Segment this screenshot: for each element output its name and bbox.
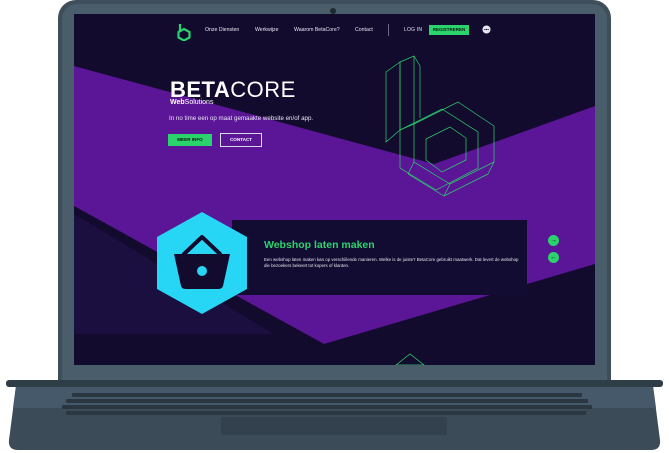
nav-item-diensten[interactable]: Onze Diensten (205, 27, 239, 33)
betacore-logo-icon[interactable] (176, 23, 192, 41)
nav-item-werkwijze[interactable]: Werkwijze (255, 27, 279, 33)
register-button[interactable]: REGISTREREN (429, 25, 469, 35)
laptop-screen: Onze Diensten Werkwijze Waarom BetaCore?… (74, 14, 595, 365)
service-title: Webshop laten maken (264, 239, 375, 251)
top-navigation: Onze Diensten Werkwijze Waarom BetaCore?… (74, 14, 595, 48)
service-hexagon (157, 212, 247, 314)
more-info-button[interactable]: MEER INFO (168, 134, 212, 146)
arrow-left-icon: ← (550, 254, 557, 261)
next-arrow-button[interactable]: → (548, 235, 559, 246)
arrow-right-icon: → (550, 237, 557, 244)
chat-icon[interactable] (482, 25, 491, 34)
service-description: Een webshop laten maken kan op verschill… (264, 257, 519, 269)
bottom-wireframe (395, 353, 425, 365)
trackpad (221, 417, 447, 435)
contact-button[interactable]: CONTACT (220, 133, 262, 147)
hero-background (74, 55, 595, 365)
laptop-base (6, 380, 663, 452)
hero-tagline: In no time een op maat gemaakte website … (169, 115, 314, 122)
brand-subtitle: WebSolutions (170, 99, 214, 106)
nav-divider (388, 24, 389, 36)
nav-item-contact[interactable]: Contact (355, 27, 373, 33)
nav-item-waarom[interactable]: Waarom BetaCore? (294, 27, 340, 33)
login-link[interactable]: LOG IN (404, 27, 422, 33)
prev-arrow-button[interactable]: ← (548, 252, 559, 263)
